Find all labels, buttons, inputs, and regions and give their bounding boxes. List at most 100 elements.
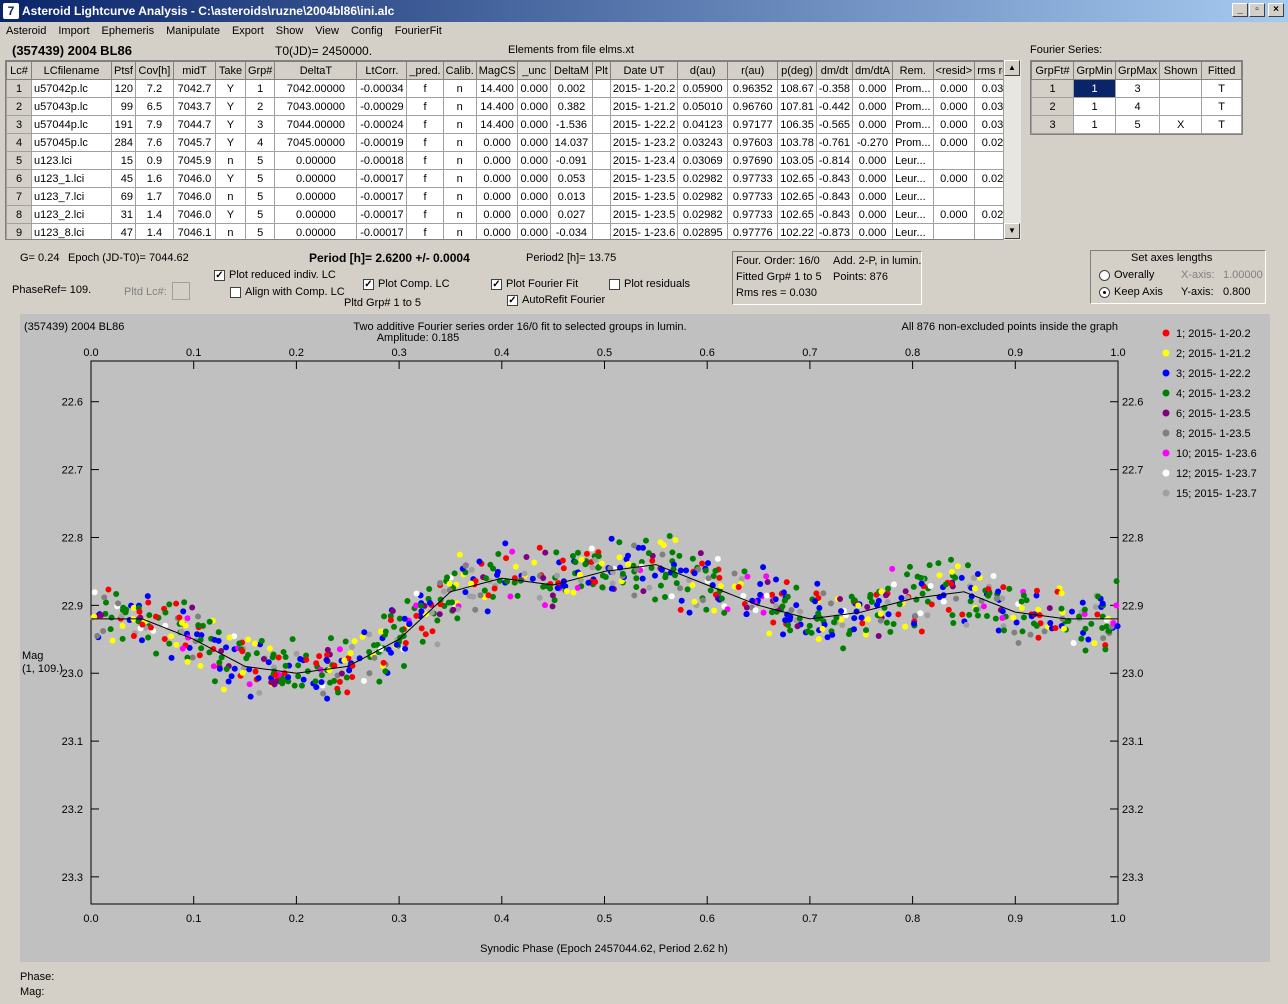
table-cell[interactable]: 1 <box>1073 97 1116 116</box>
table-cell[interactable]: 6.5 <box>134 97 174 116</box>
menu-import[interactable]: Import <box>52 22 95 40</box>
table-cell[interactable]: 14.400 <box>475 115 519 134</box>
column-header[interactable]: Take <box>214 61 246 80</box>
table-cell[interactable]: 0.000 <box>852 151 894 170</box>
table-cell[interactable]: 0.96760 <box>727 97 779 116</box>
table-cell[interactable]: 7045.7 <box>172 133 216 152</box>
table-cell[interactable]: 15 <box>111 151 136 170</box>
table-cell[interactable]: n <box>214 151 246 170</box>
table-cell[interactable]: -0.00034 <box>356 79 408 98</box>
column-header[interactable]: Plt <box>591 61 611 80</box>
table-cell[interactable]: 7045.00000 <box>274 133 358 152</box>
table-cell[interactable]: 2015- 1-23.2 <box>609 133 679 152</box>
scroll-down-icon[interactable]: ▼ <box>1004 223 1020 239</box>
table-row[interactable]: 9 u123_8.lci 47 1.4 7046.1 n 5 0.00000 -0.00017 f… <box>6 223 1017 239</box>
table-cell[interactable]: f <box>406 151 444 170</box>
fourier-row[interactable]: 214 T <box>1031 97 1243 116</box>
table-cell[interactable]: 0.97733 <box>727 187 779 206</box>
table-cell[interactable]: 3 <box>1114 79 1161 98</box>
x-axis-value[interactable]: 1.00000 <box>1223 269 1263 281</box>
table-cell[interactable]: -0.442 <box>815 97 854 116</box>
menu-manipulate[interactable]: Manipulate <box>160 22 226 40</box>
table-cell[interactable]: 0.000 <box>852 187 894 206</box>
table-row[interactable]: 5 u123.lci 15 0.9 7045.9 n 5 0.00000 -0.00018 f n 0… <box>6 151 1017 170</box>
table-cell[interactable]: -0.873 <box>815 223 854 239</box>
table-cell[interactable] <box>932 223 976 239</box>
table-cell[interactable]: 2 <box>244 97 276 116</box>
table-cell[interactable] <box>591 115 611 134</box>
table-cell[interactable]: -0.270 <box>852 133 894 152</box>
table-cell[interactable]: 2015- 1-22.2 <box>609 115 679 134</box>
table-cell[interactable]: f <box>406 133 444 152</box>
table-cell[interactable]: Leur... <box>892 151 934 170</box>
table-cell[interactable]: n <box>442 115 477 134</box>
table-cell[interactable]: 0.97690 <box>727 151 779 170</box>
table-cell[interactable]: 14.037 <box>549 133 593 152</box>
column-header[interactable]: MagCS <box>475 61 519 80</box>
table-row[interactable]: 1 u57042p.lc 120 7.2 7042.7 Y 1 7042.00000 -0.00… <box>6 79 1017 98</box>
scroll-up-icon[interactable]: ▲ <box>1004 60 1020 76</box>
table-cell[interactable]: n <box>442 79 477 98</box>
table-cell[interactable]: 5 <box>244 223 276 239</box>
table-cell[interactable]: 5 <box>1114 115 1161 134</box>
table-cell[interactable]: u57042p.lc <box>31 79 112 98</box>
table-cell[interactable]: f <box>406 205 444 224</box>
table-cell[interactable]: 0.05900 <box>677 79 729 98</box>
table-cell[interactable]: 1 <box>1031 79 1074 98</box>
table-cell[interactable]: 7.2 <box>134 79 174 98</box>
table-cell[interactable]: 1 <box>1073 79 1116 98</box>
table-cell[interactable]: 4 <box>244 133 276 152</box>
table-cell[interactable]: 0.000 <box>517 223 551 239</box>
table-cell[interactable]: Leur... <box>892 187 934 206</box>
table-cell[interactable]: -0.761 <box>815 133 854 152</box>
table-cell[interactable]: -0.00029 <box>356 97 408 116</box>
table-cell[interactable]: 0.000 <box>517 97 551 116</box>
table-cell[interactable]: 0.02982 <box>677 205 729 224</box>
column-header[interactable]: Grp# <box>244 61 276 80</box>
table-cell[interactable]: -0.034 <box>549 223 593 239</box>
table-cell[interactable]: f <box>406 169 444 188</box>
column-header[interactable]: Rem. <box>892 61 934 80</box>
table-cell[interactable]: 5 <box>244 187 276 206</box>
table-cell[interactable] <box>591 133 611 152</box>
table-cell[interactable]: -0.565 <box>815 115 854 134</box>
fourier-row[interactable]: 315XT <box>1031 115 1243 134</box>
menu-show[interactable]: Show <box>270 22 310 40</box>
table-cell[interactable]: 103.78 <box>777 133 817 152</box>
column-header[interactable]: d(au) <box>677 61 729 80</box>
table-cell[interactable]: n <box>442 223 477 239</box>
table-cell[interactable]: u57044p.lc <box>31 115 112 134</box>
plot-comp-checkbox[interactable]: ✓ Plot Comp. LC <box>363 278 450 290</box>
column-header[interactable]: dm/dtA <box>852 61 894 80</box>
table-cell[interactable]: 0.000 <box>852 205 894 224</box>
table-cell[interactable]: -0.00017 <box>356 205 408 224</box>
table-cell[interactable]: 0.000 <box>932 97 976 116</box>
menu-view[interactable]: View <box>309 22 345 40</box>
table-cell[interactable]: 0.000 <box>932 133 976 152</box>
table-cell[interactable]: 7.9 <box>134 115 174 134</box>
fourier-row[interactable]: 113T <box>1031 79 1243 98</box>
table-cell[interactable]: 0.02982 <box>677 187 729 206</box>
table-cell[interactable]: 1.4 <box>134 223 174 239</box>
table-cell[interactable]: 14.400 <box>475 97 519 116</box>
table-cell[interactable]: X <box>1159 115 1203 134</box>
table-cell[interactable]: 2015- 1-21.2 <box>609 97 679 116</box>
table-cell[interactable]: 7046.0 <box>172 205 216 224</box>
table-cell[interactable]: 107.81 <box>777 97 817 116</box>
row-number[interactable]: 4 <box>6 133 32 152</box>
table-cell[interactable]: 69 <box>111 187 136 206</box>
table-cell[interactable]: 191 <box>111 115 136 134</box>
table-cell[interactable]: f <box>406 97 444 116</box>
table-cell[interactable] <box>591 223 611 239</box>
table-cell[interactable]: Prom... <box>892 133 934 152</box>
column-header[interactable]: p(deg) <box>777 61 817 80</box>
table-cell[interactable]: 0.00000 <box>274 187 358 206</box>
table-cell[interactable]: Prom... <box>892 115 934 134</box>
table-cell[interactable] <box>591 205 611 224</box>
table-cell[interactable]: 2015- 1-23.5 <box>609 187 679 206</box>
column-header[interactable]: GrpFt# <box>1031 61 1074 80</box>
table-cell[interactable] <box>932 187 976 206</box>
table-cell[interactable] <box>932 151 976 170</box>
column-header[interactable]: DeltaT <box>274 61 358 80</box>
plot-reduced-checkbox[interactable]: ✓ Plot reduced indiv. LC <box>214 269 336 281</box>
